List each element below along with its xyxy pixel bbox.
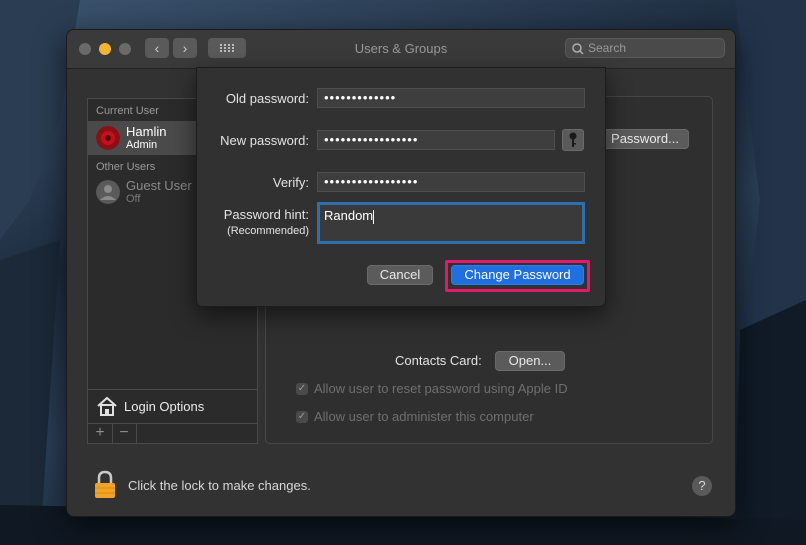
password-assistant-button[interactable] xyxy=(562,129,584,151)
checkmark-icon: ✓ xyxy=(297,383,307,394)
help-icon: ? xyxy=(698,478,706,493)
text-cursor xyxy=(373,209,375,224)
help-button[interactable]: ? xyxy=(692,476,712,496)
avatar-rose-icon xyxy=(96,126,120,150)
lock-icon[interactable] xyxy=(93,470,117,500)
allow-admin-checkbox[interactable]: ✓ xyxy=(296,411,308,423)
old-password-field[interactable]: ••••••••••••• xyxy=(317,88,585,108)
remove-user-button[interactable]: − xyxy=(112,424,137,444)
current-user-name: Hamlin xyxy=(126,124,167,139)
guest-user-name: Guest User xyxy=(126,178,192,193)
lock-status-text: Click the lock to make changes. xyxy=(128,478,311,493)
cancel-button[interactable]: Cancel xyxy=(367,265,433,285)
old-password-label: Old password: xyxy=(225,91,309,106)
allow-admin-label: Allow user to administer this computer xyxy=(314,409,534,424)
verify-label: Verify: xyxy=(272,175,309,190)
change-password-confirm-button[interactable]: Change Password xyxy=(451,265,584,285)
search-icon xyxy=(572,43,584,55)
title-bar: ‹ › Users & Groups Search xyxy=(67,30,735,69)
login-options-row[interactable]: Login Options xyxy=(88,389,257,424)
house-icon xyxy=(97,396,117,416)
password-hint-field[interactable]: Random xyxy=(317,202,585,244)
allow-reset-checkbox[interactable]: ✓ xyxy=(296,383,308,395)
guest-user-icon xyxy=(96,180,120,204)
checkmark-icon: ✓ xyxy=(297,411,307,422)
change-password-button[interactable]: Password... xyxy=(601,129,689,149)
contacts-card-label: Contacts Card: xyxy=(395,353,482,368)
search-placeholder: Search xyxy=(588,41,627,55)
other-users-header: Other Users xyxy=(96,161,156,173)
add-remove-bar: + − xyxy=(88,423,257,444)
current-user-header: Current User xyxy=(96,105,159,117)
open-contacts-button[interactable]: Open... xyxy=(495,351,565,371)
password-hint-sublabel: (Recommended) xyxy=(227,225,309,237)
allow-reset-label: Allow user to reset password using Apple… xyxy=(314,381,568,396)
new-password-field[interactable]: ••••••••••••••••• xyxy=(317,130,555,150)
login-options-label: Login Options xyxy=(124,399,205,414)
change-password-sheet: Old password: ••••••••••••• New password… xyxy=(196,67,606,307)
guest-user-status: Off xyxy=(126,193,141,205)
current-user-role: Admin xyxy=(126,139,158,151)
search-input[interactable]: Search xyxy=(565,38,725,58)
key-icon xyxy=(569,132,577,147)
add-user-button[interactable]: + xyxy=(88,424,113,444)
verify-field[interactable]: ••••••••••••••••• xyxy=(317,172,585,192)
password-hint-label: Password hint: xyxy=(223,207,309,222)
new-password-label: New password: xyxy=(220,133,309,148)
password-hint-value: Random xyxy=(324,208,374,223)
